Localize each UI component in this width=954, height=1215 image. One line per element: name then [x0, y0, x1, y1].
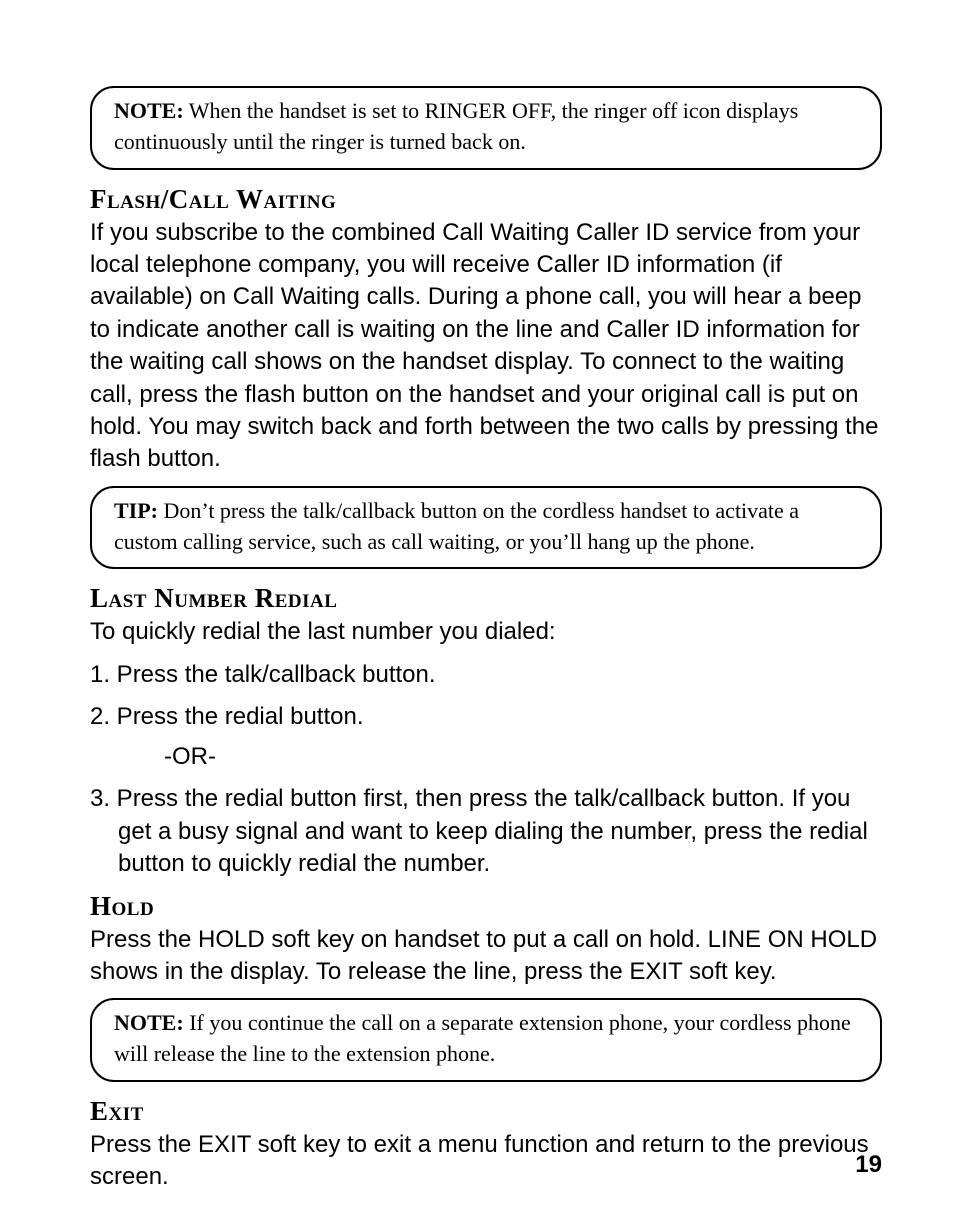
note-text: When the handset is set to RINGER OFF, t… [114, 98, 798, 154]
note-lead: NOTE: [114, 98, 184, 123]
heading-hold: Hold [90, 891, 882, 922]
redial-step-2: 2. Press the redial button. [90, 701, 882, 733]
hold-body: Press the HOLD soft key on handset to pu… [90, 924, 882, 989]
redial-intro: To quickly redial the last number you di… [90, 616, 882, 648]
tip-lead: TIP: [114, 498, 158, 523]
heading-redial: Last Number Redial [90, 583, 882, 614]
tip-box: TIP: Don’t press the talk/callback butto… [90, 486, 882, 570]
heading-exit: Exit [90, 1096, 882, 1127]
heading-flash: Flash/Call Waiting [90, 184, 882, 215]
redial-step-1: 1. Press the talk/callback button. [90, 659, 882, 691]
note-box-ringer: NOTE: When the handset is set to RINGER … [90, 86, 882, 170]
note2-text: If you continue the call on a separate e… [114, 1010, 851, 1066]
redial-or: -OR- [164, 743, 882, 771]
note2-lead: NOTE: [114, 1010, 184, 1035]
exit-body: Press the EXIT soft key to exit a menu f… [90, 1129, 882, 1194]
redial-step-3: 3. Press the redial button first, then p… [90, 783, 882, 880]
page-number: 19 [855, 1151, 882, 1179]
note-box-extension: NOTE: If you continue the call on a sepa… [90, 998, 882, 1082]
flash-body: If you subscribe to the combined Call Wa… [90, 217, 882, 476]
tip-text: Don’t press the talk/callback button on … [114, 498, 799, 554]
